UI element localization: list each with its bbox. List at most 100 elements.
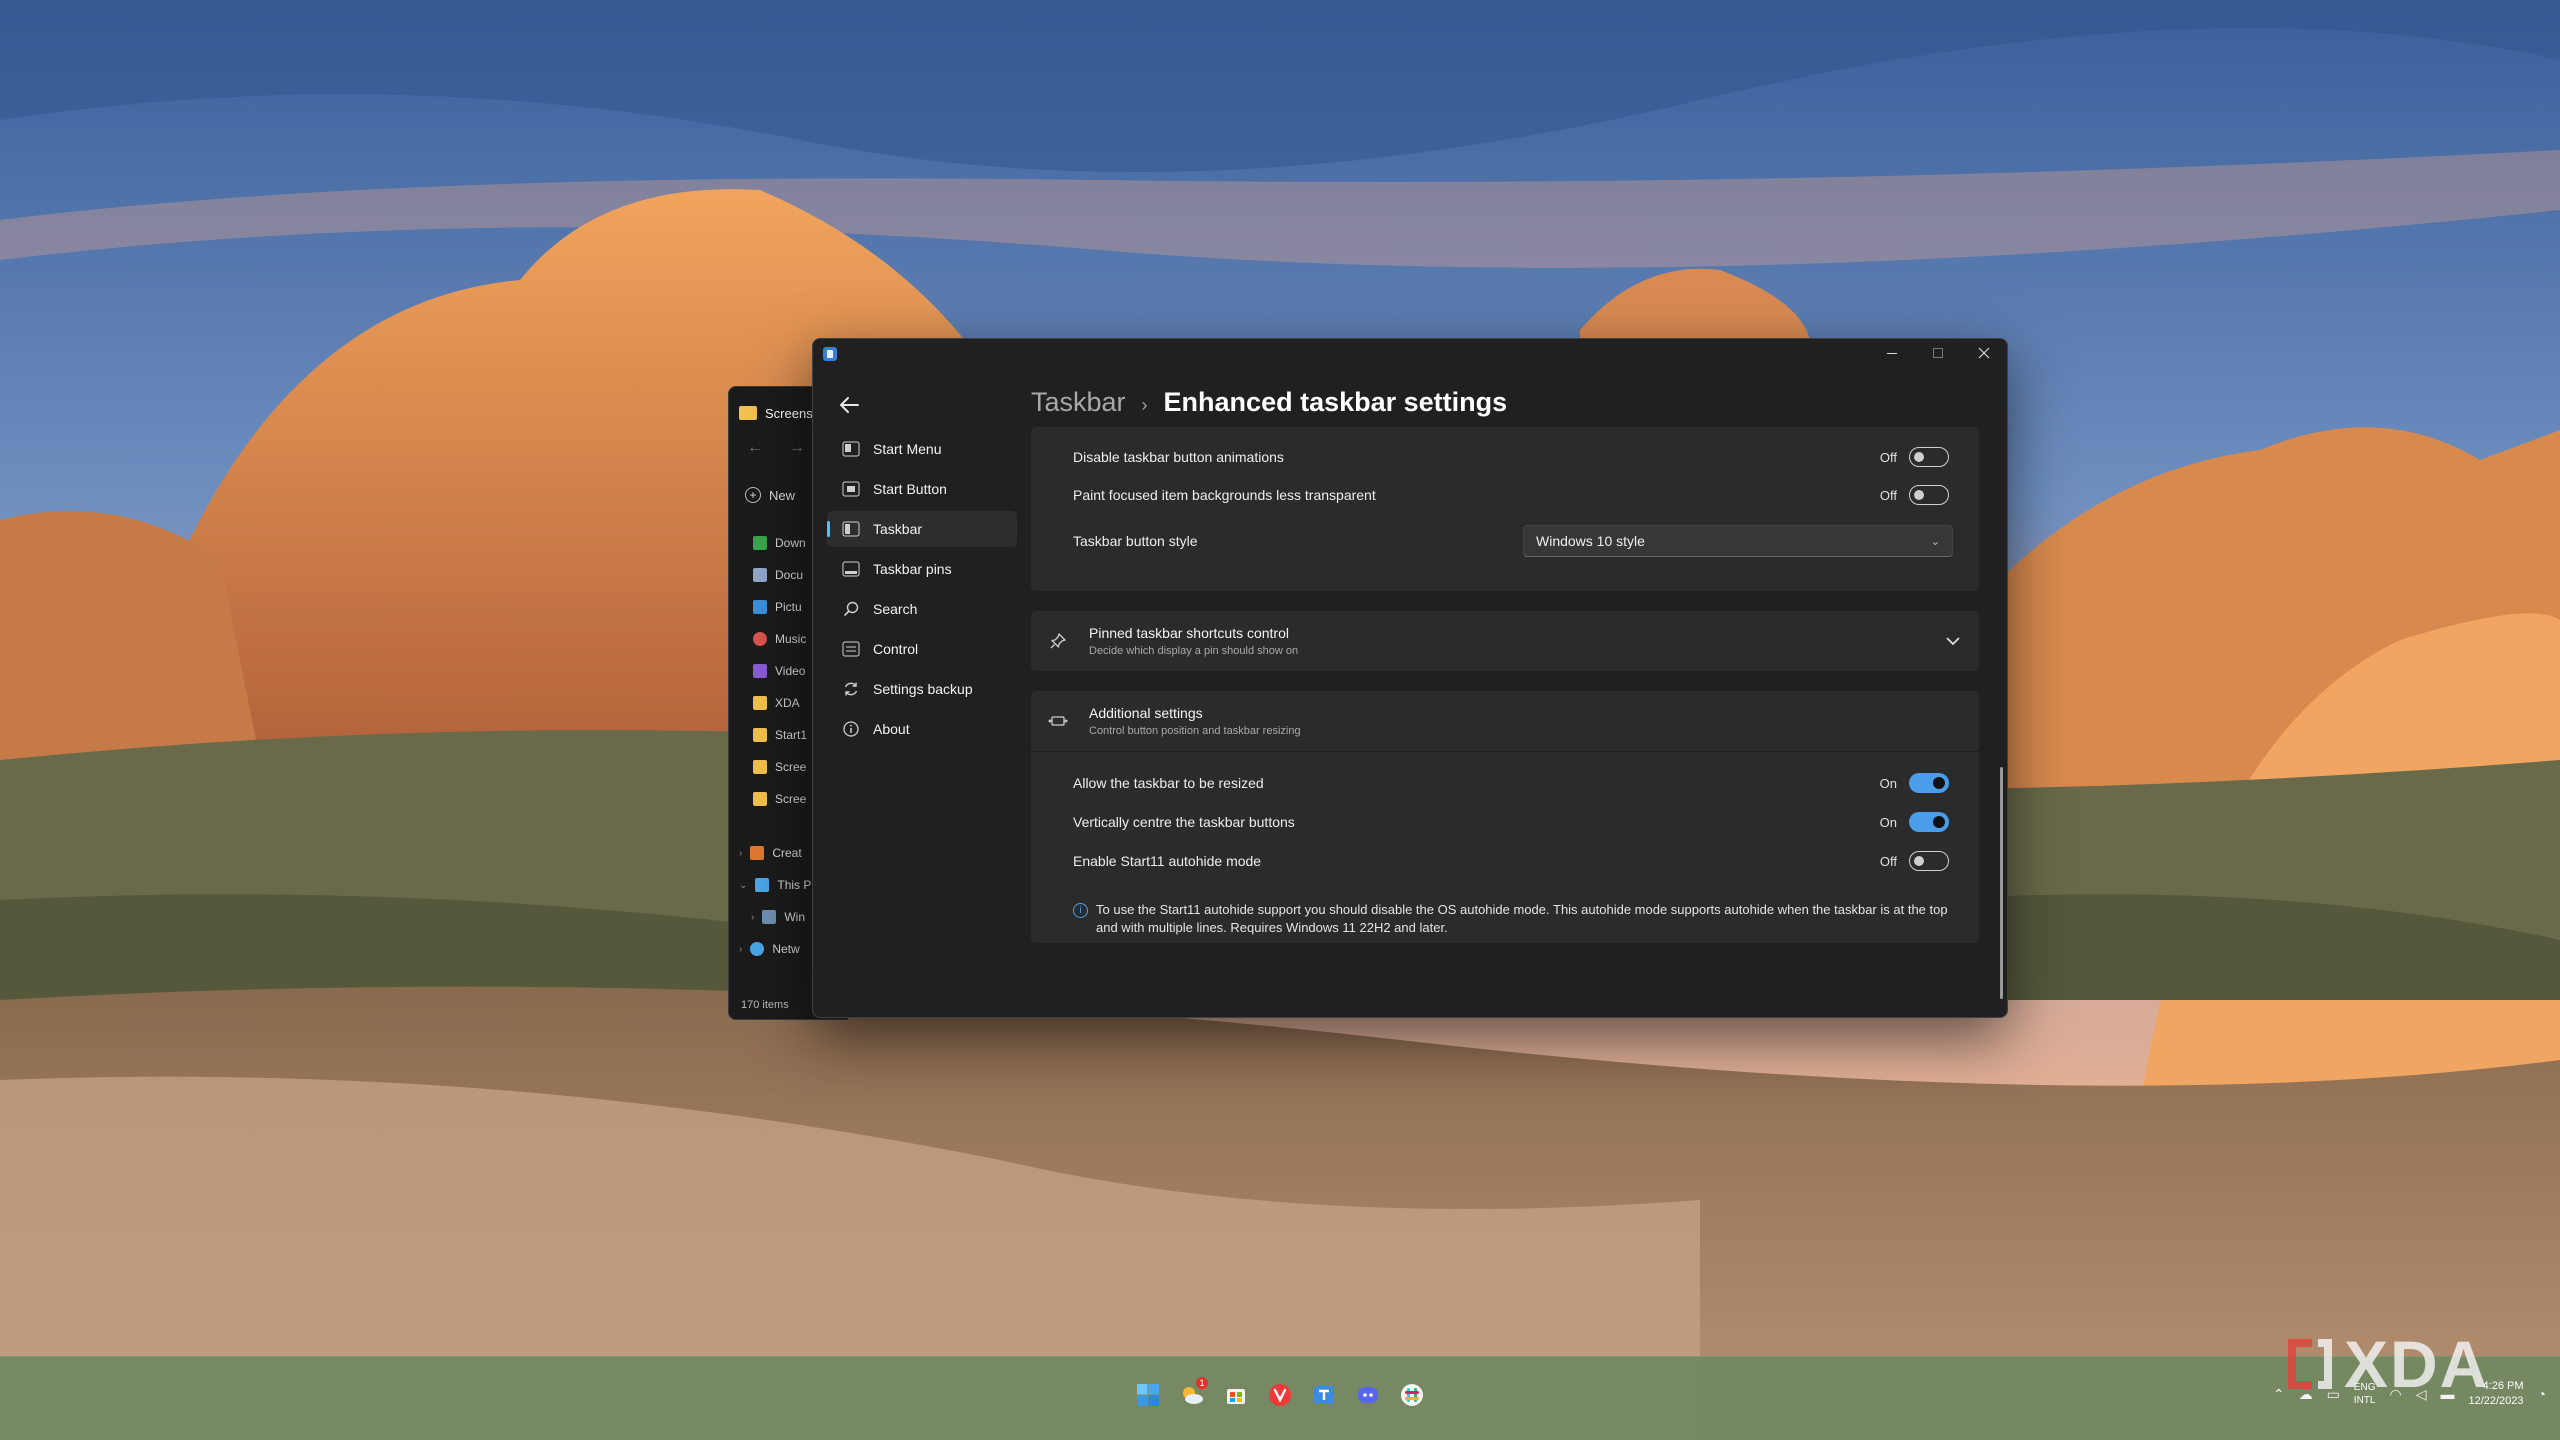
- vertically-centre-toggle[interactable]: [1909, 812, 1949, 832]
- breadcrumb-separator: ›: [1141, 395, 1148, 415]
- folder-icon: [753, 760, 767, 774]
- sidebar-item-label: Taskbar: [873, 521, 923, 537]
- taskbar-button-style-dropdown[interactable]: Windows 10 style ⌄: [1523, 525, 1953, 557]
- chevron-down-icon: ⌄: [1930, 535, 1940, 548]
- folder-icon: [753, 728, 767, 742]
- explorer-tab[interactable]: Screens: [739, 399, 813, 427]
- start11-settings-window[interactable]: Start Menu Start Button Taskbar Taskbar …: [812, 338, 2008, 1018]
- chevron-down-icon[interactable]: [1941, 629, 1965, 653]
- back-button[interactable]: [835, 391, 863, 419]
- info-icon: i: [1073, 903, 1088, 918]
- sidebar-item-label: Taskbar pins: [873, 561, 952, 577]
- xda-watermark: XDA: [2282, 1326, 2489, 1402]
- music-icon: [753, 632, 767, 646]
- pictures-icon: [753, 600, 767, 614]
- setting-row-paint-focused: Paint focused item backgrounds less tran…: [1073, 477, 1949, 513]
- explorer-tab-title: Screens: [765, 405, 813, 421]
- explorer-status-bar: 170 items: [741, 999, 789, 1011]
- drive-icon: [762, 910, 777, 924]
- setting-row-disable-animations: Disable taskbar button animations Off: [1073, 439, 1949, 475]
- sidebar-item-taskbar-pins[interactable]: Taskbar pins: [827, 551, 1017, 587]
- disable-animations-toggle[interactable]: [1909, 447, 1949, 467]
- additional-settings-card: Additional settings Control button posit…: [1031, 691, 1979, 943]
- back-arrow-icon: [840, 397, 859, 413]
- folder-icon: [739, 406, 757, 420]
- page-title: Enhanced taskbar settings: [1163, 387, 1508, 417]
- breadcrumb: Taskbar › Enhanced taskbar settings: [1031, 387, 1507, 418]
- network-icon: [750, 942, 765, 956]
- download-icon: [753, 536, 767, 550]
- windows-taskbar: 1 ⌃ ☁ ▭ ENG INTL ◠ ◁ ▬ 4:26 PM 12/22/202: [0, 1356, 2560, 1440]
- settings-content[interactable]: Disable taskbar button animations Off Pa…: [1031, 427, 1979, 1017]
- pinned-shortcuts-card[interactable]: Pinned taskbar shortcuts control Decide …: [1031, 611, 1979, 671]
- maximize-icon: [1933, 348, 1943, 358]
- weather-widget-icon[interactable]: 1: [1176, 1377, 1208, 1411]
- close-button[interactable]: [1961, 339, 2007, 367]
- maximize-button[interactable]: [1915, 339, 1961, 367]
- start11-app-icon: [823, 347, 837, 361]
- allow-resize-toggle[interactable]: [1909, 773, 1949, 793]
- sidebar-nav: Start Menu Start Button Taskbar Taskbar …: [827, 431, 1017, 751]
- sidebar-item-label: Start Menu: [873, 441, 942, 457]
- sidebar-item-settings-backup[interactable]: Settings backup: [827, 671, 1017, 707]
- video-icon: [753, 664, 767, 678]
- slack-icon[interactable]: [1396, 1379, 1428, 1411]
- autohide-info-note: i To use the Start11 autohide support yo…: [1073, 901, 1953, 937]
- autohide-toggle[interactable]: [1909, 851, 1949, 871]
- minimize-button[interactable]: [1869, 339, 1915, 367]
- vivaldi-icon[interactable]: [1264, 1379, 1296, 1411]
- taskbar-icon: [841, 519, 861, 539]
- breadcrumb-parent-taskbar[interactable]: Taskbar: [1031, 387, 1126, 418]
- teams-icon[interactable]: [1308, 1379, 1340, 1411]
- info-icon: [841, 719, 861, 739]
- scrollbar[interactable]: [2000, 767, 2003, 999]
- sidebar-item-about[interactable]: About: [827, 711, 1017, 747]
- sidebar-item-search[interactable]: Search: [827, 591, 1017, 627]
- explorer-new-label: New: [769, 487, 796, 503]
- additional-settings-header: Additional settings Control button posit…: [1031, 691, 1979, 751]
- toggle-state-label: Off: [1879, 449, 1897, 465]
- paint-focused-toggle[interactable]: [1909, 485, 1949, 505]
- taskbar-pins-icon: [841, 559, 861, 579]
- sync-icon: [841, 679, 861, 699]
- document-icon: [753, 568, 767, 582]
- notification-badge: 1: [1196, 1377, 1208, 1389]
- setting-row-allow-resize: Allow the taskbar to be resized On: [1073, 765, 1949, 801]
- sidebar-item-label: Search: [873, 601, 918, 617]
- start-menu-icon: [841, 439, 861, 459]
- setting-row-button-style: Taskbar button style Windows 10 style ⌄: [1073, 523, 1953, 559]
- close-icon: [1978, 347, 1990, 359]
- plus-icon: +: [745, 487, 761, 503]
- search-icon: [841, 599, 861, 619]
- notification-bell-icon[interactable]: ◔: [2538, 1386, 2546, 1402]
- sidebar-item-label: Start Button: [873, 481, 947, 497]
- sidebar-item-control[interactable]: Control: [827, 631, 1017, 667]
- control-icon: [841, 639, 861, 659]
- pinned-shortcuts-header[interactable]: Pinned taskbar shortcuts control Decide …: [1031, 611, 1979, 671]
- sidebar-item-label: Control: [873, 641, 919, 657]
- setting-row-autohide: Enable Start11 autohide mode Off: [1073, 843, 1949, 879]
- sidebar-item-label: Settings backup: [873, 681, 973, 697]
- xda-logo-icon: [2288, 1339, 2332, 1389]
- sidebar-item-start-menu[interactable]: Start Menu: [827, 431, 1017, 467]
- sidebar-item-taskbar[interactable]: Taskbar: [827, 511, 1017, 547]
- computer-icon: [755, 878, 770, 892]
- setting-row-vertically-centre: Vertically centre the taskbar buttons On: [1073, 804, 1949, 840]
- pin-icon: [1047, 630, 1069, 652]
- folder-icon: [753, 792, 767, 806]
- title-bar[interactable]: [813, 339, 2007, 367]
- discord-icon[interactable]: [1352, 1379, 1384, 1411]
- toggle-state-label: On: [1879, 775, 1897, 791]
- taskbar-apps: 1: [1132, 1377, 1428, 1411]
- watermark-text: XDA: [2344, 1327, 2490, 1401]
- store-icon[interactable]: [1220, 1379, 1252, 1411]
- explorer-new-button[interactable]: + New: [745, 487, 795, 503]
- sidebar-item-start-button[interactable]: Start Button: [827, 471, 1017, 507]
- toggle-state-label: On: [1879, 814, 1897, 830]
- folder-icon: [750, 846, 765, 860]
- toggle-state-label: Off: [1879, 487, 1897, 503]
- toggle-state-label: Off: [1879, 853, 1897, 869]
- taskbar-resize-icon: [1047, 710, 1069, 732]
- windows-start-icon[interactable]: [1132, 1379, 1164, 1411]
- sidebar-item-label: About: [873, 721, 910, 737]
